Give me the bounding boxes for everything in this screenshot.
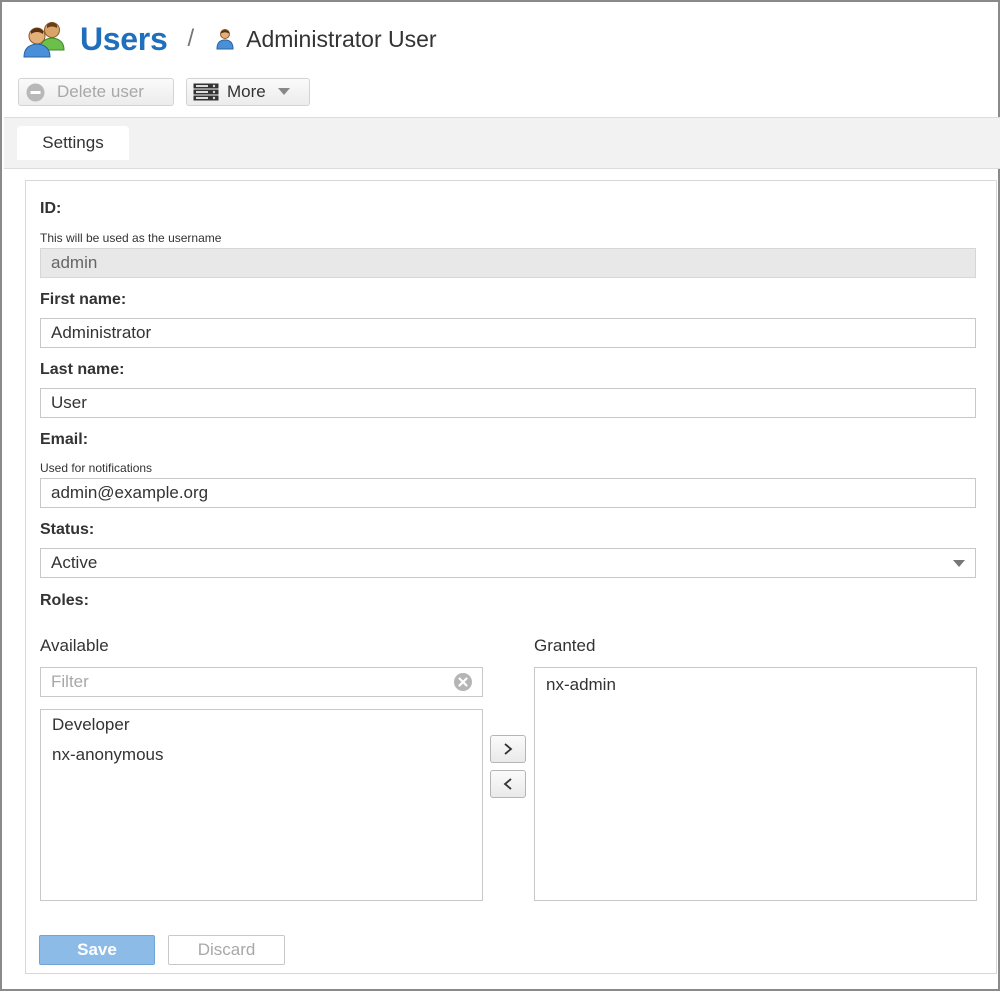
user-settings-form: ID: This will be used as the username Fi… <box>25 180 997 974</box>
discard-button[interactable]: Discard <box>168 935 285 965</box>
server-icon <box>193 83 219 101</box>
add-role-button[interactable] <box>490 735 526 763</box>
list-item[interactable]: nx-anonymous <box>41 740 482 770</box>
first-name-field[interactable] <box>40 318 976 348</box>
granted-roles-list[interactable]: nx-admin <box>534 667 977 901</box>
id-help-text: This will be used as the username <box>40 231 222 245</box>
list-item[interactable]: Developer <box>41 710 482 740</box>
email-field[interactable] <box>40 478 976 508</box>
delete-user-button[interactable]: Delete user <box>18 78 174 106</box>
chevron-down-icon <box>277 88 290 95</box>
chevron-right-icon <box>504 743 513 755</box>
last-name-label: Last name: <box>40 361 125 378</box>
chevron-down-icon <box>953 559 965 567</box>
more-label: More <box>227 82 266 101</box>
email-help-text: Used for notifications <box>40 461 153 475</box>
status-selected-value: Active <box>51 553 98 572</box>
roles-label: Roles: <box>40 592 89 609</box>
tab-bar: Settings <box>4 117 1000 169</box>
available-roles-list[interactable]: Developer nx-anonymous <box>40 709 483 901</box>
toolbar: Delete user More <box>18 78 310 106</box>
granted-roles-label: Granted <box>534 636 596 655</box>
page-title: Administrator User <box>246 25 437 52</box>
first-name-label: First name: <box>40 291 127 308</box>
status-select[interactable]: Active <box>40 548 976 578</box>
users-icon <box>23 22 65 58</box>
tab-settings[interactable]: Settings <box>17 126 129 160</box>
minus-circle-icon <box>26 83 45 101</box>
delete-user-label: Delete user <box>57 82 144 101</box>
id-label: ID: <box>40 200 62 217</box>
breadcrumb-separator: / <box>187 25 195 52</box>
user-icon <box>216 29 234 50</box>
status-label: Status: <box>40 521 95 538</box>
breadcrumb: Users / Administrator User <box>22 16 437 62</box>
roles-filter-input[interactable] <box>40 667 483 697</box>
list-item[interactable]: nx-admin <box>535 670 976 700</box>
remove-role-button[interactable] <box>490 770 526 798</box>
breadcrumb-users-link[interactable]: Users <box>80 21 168 58</box>
id-field <box>40 248 976 278</box>
save-button[interactable]: Save <box>39 935 155 965</box>
app-window: Users / Administrator User Delete user M… <box>0 0 1000 991</box>
available-roles-label: Available <box>40 636 109 655</box>
clear-filter-icon[interactable] <box>454 673 472 691</box>
chevron-left-icon <box>503 778 512 790</box>
more-menu-button[interactable]: More <box>186 78 310 106</box>
last-name-field[interactable] <box>40 388 976 418</box>
email-label: Email: <box>40 431 89 448</box>
